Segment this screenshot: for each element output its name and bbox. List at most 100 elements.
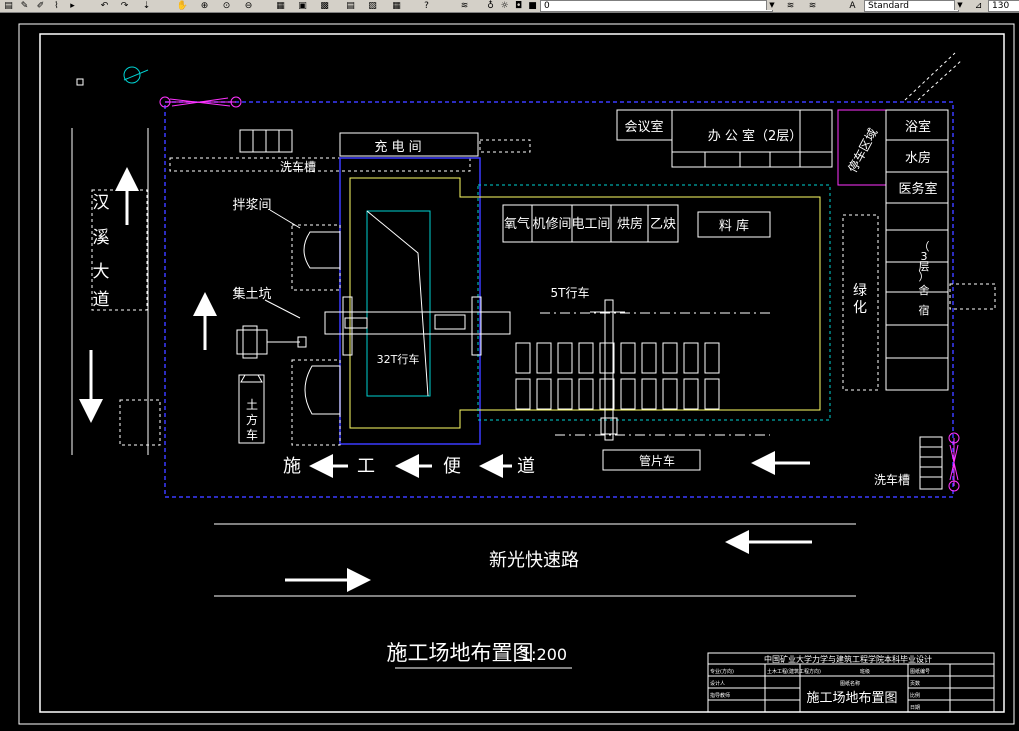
segment-slot [536,378,552,410]
segment-slot [515,342,531,374]
dorm-label: （ 3 层 ） 舍 宿 [919,240,930,317]
shaft-yellow [349,177,821,429]
excavator [236,325,307,359]
undo-icon[interactable]: ↶ [98,1,111,11]
soil-pit-label: 集土坑 [232,286,271,302]
boundary-stub-2 [917,59,963,101]
scale-select[interactable]: 130 [988,0,1019,12]
wash-tank-right [919,436,943,490]
gate-right [948,432,960,492]
title-block-header: 中国矿业大学力学与建筑工程学院本科毕业设计 [764,654,932,664]
segment-slot [704,378,720,410]
zoom-window-icon[interactable]: ⊙ [220,1,233,11]
tb-cell: 指导教师 [710,692,730,699]
mixing-leader [269,209,301,229]
segment-slot [704,342,720,374]
tool-palette-icon[interactable]: ▩ [318,1,331,11]
tb-cell: 土木工程(建筑工程方向) [767,668,821,675]
layer-states-icon[interactable]: ≋ [784,1,797,11]
brush-icon[interactable]: ⌇ [50,1,63,11]
site-road-char: 道 [517,456,535,477]
charging-room-label: 充 电 间 [374,139,421,155]
north-compass-icon [123,66,149,84]
segment-storage [515,342,720,410]
edit-icon[interactable]: ✎ [18,1,31,11]
sheet-icon[interactable]: ▤ [344,1,357,11]
markup-icon[interactable]: ▧ [366,1,379,11]
dorm-char: 宿 [919,303,930,317]
soil-pit-area [291,359,341,446]
chevron-down-icon[interactable]: ▼ [954,0,965,10]
chevron-down-icon[interactable]: ▼ [766,0,777,10]
drawing-title: 施工场地布置图 [387,641,534,665]
segment-slot [620,342,636,374]
crane-5t [590,299,625,441]
gate-top-left [159,96,242,108]
segment-slot [620,378,636,410]
dim-style-icon[interactable]: ⊿ [972,1,985,11]
drawing-scale: 1:200 [521,645,567,664]
workshop-oxygen: 氧气 [504,216,530,232]
layer-select[interactable]: 0 [540,0,773,12]
design-center-icon[interactable]: ▣ [296,1,309,11]
greening-label: 绿 化 [853,283,867,316]
open-icon[interactable]: ▤ [2,1,15,11]
dorm-char: ） [919,270,930,283]
calc-icon[interactable]: ▦ [390,1,403,11]
light-icon[interactable]: ♁ [484,1,497,11]
wash-tank-top-label: 洗车槽 [280,159,316,174]
mixing-room-label: 拌浆间 [232,198,271,213]
cad-toolbar: ▤ ✎ ✐ ⌇ ▸ ↶ ↷ ⇣ ✋ ⊕ ⊙ ⊖ ▦ ▣ ▩ ▤ ▧ ▦ ? ≋ … [0,0,1019,13]
site-road-char: 施 [283,456,301,477]
properties-icon[interactable]: ▦ [274,1,287,11]
tb-cell: 比例 [910,692,920,699]
warehouse-label: 料 库 [719,218,749,234]
crane-32t-frame [342,296,482,356]
segment-slot [515,378,531,410]
earth-truck-char: 方 [246,412,258,427]
segment-slot [599,342,615,374]
pan-icon[interactable]: ✋ [176,1,189,11]
paint-icon[interactable]: ✐ [34,1,47,11]
segment-slot [641,342,657,374]
sun-icon[interactable]: ☼ [498,1,511,11]
shaft-outer [339,157,481,445]
help-icon[interactable]: ? [420,1,433,11]
road-left-char: 溪 [93,228,110,248]
layer-previous-icon[interactable]: ≋ [806,1,819,11]
road-left-label: 汉 溪 大 道 [93,193,110,310]
layer-icon[interactable]: ≋ [458,1,471,11]
redo-icon[interactable]: ↷ [118,1,131,11]
segment-slot [641,378,657,410]
main-road-label: 新光快速路 [489,550,579,571]
crane-32t-beam [324,311,511,335]
color-icon[interactable]: ■ [526,1,539,11]
clinic-label: 医务室 [898,181,937,197]
title-block-name: 施工场地布置图 [806,691,897,706]
drawing-canvas[interactable]: 汉 溪 大 道 充 电 间 洗车槽 32T行车 拌浆间 集土坑 土 方 车 氧气… [0,13,1019,731]
right-building-dividers [886,139,948,359]
segment-slot [557,342,573,374]
sheet-outer-border [18,23,1015,725]
zoom-previous-icon[interactable]: ⊖ [242,1,255,11]
arrow-icon[interactable]: ▸ [66,1,79,11]
wash-tank-right-label: 洗车槽 [874,472,910,487]
segment-slot [557,378,573,410]
workshop-acetylene: 乙炔 [650,217,676,232]
greening-char: 绿 [853,283,867,299]
down-arrow-icon[interactable]: ⇣ [140,1,153,11]
tb-cell: 图纸编号 [910,668,930,675]
segment-slot [683,378,699,410]
tb-cell: 专业(方向) [710,668,734,675]
crane-5t-label: 5T行车 [551,285,590,300]
mixing-tank [303,231,341,269]
style-value: Standard [868,1,909,11]
boundary-stub [904,52,956,101]
style-select[interactable]: Standard [864,0,959,12]
segment-slot [662,342,678,374]
text-style-icon[interactable]: A [846,1,859,11]
lock-icon[interactable]: ◘ [512,1,525,11]
zoom-realtime-icon[interactable]: ⊕ [198,1,211,11]
top-dashed-block [479,139,531,153]
road-left-char: 大 [93,262,110,282]
